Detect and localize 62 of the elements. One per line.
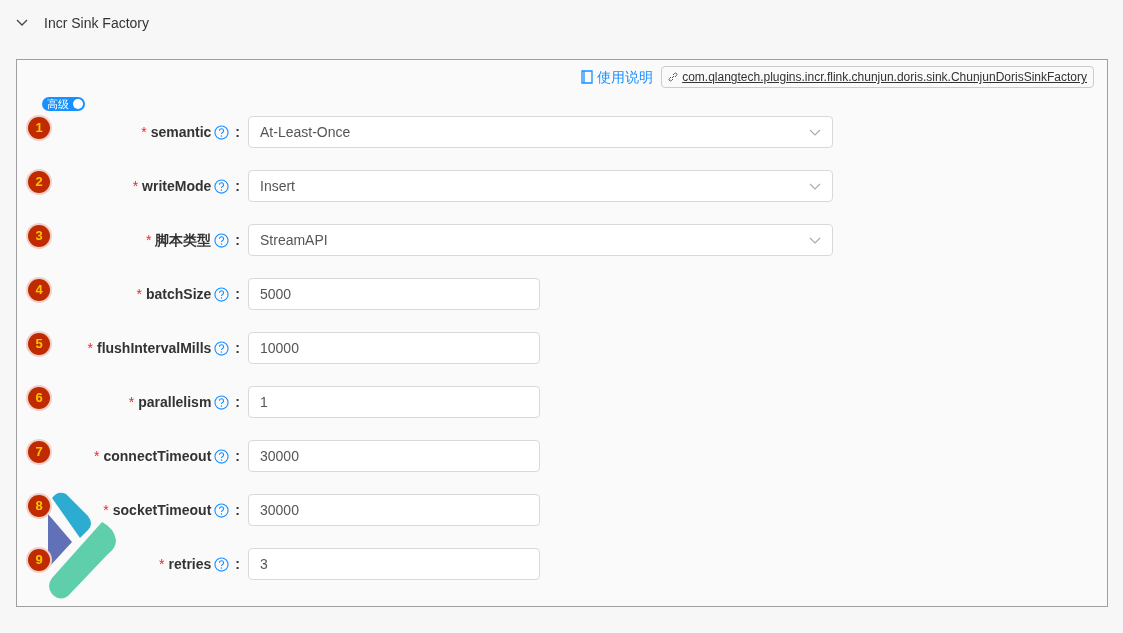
help-icon[interactable]: [214, 340, 230, 356]
input-field[interactable]: 1: [248, 386, 540, 418]
label-colon: :: [235, 338, 240, 358]
required-mark: *: [128, 392, 135, 412]
field-label: socketTimeout: [112, 500, 212, 520]
field-label: parallelism: [138, 392, 212, 412]
required-mark: *: [136, 284, 142, 304]
select-field[interactable]: StreamAPI: [248, 224, 833, 256]
chevron-down-icon: [809, 236, 821, 244]
step-number-badge: 6: [28, 387, 50, 409]
required-mark: *: [103, 500, 109, 520]
field-label: batchSize: [145, 284, 212, 304]
help-icon[interactable]: [214, 178, 230, 194]
step-number-badge: 1: [28, 117, 50, 139]
link-icon: [668, 72, 679, 82]
label-colon: :: [235, 554, 240, 574]
help-icon[interactable]: [214, 502, 230, 518]
input-field[interactable]: 30000: [248, 440, 540, 472]
chevron-down-icon: [809, 182, 821, 190]
input-field[interactable]: 5000: [248, 278, 540, 310]
label-colon: :: [235, 284, 240, 304]
required-mark: *: [132, 176, 139, 196]
label-colon: :: [235, 122, 240, 142]
input-field[interactable]: 10000: [248, 332, 540, 364]
label-colon: :: [235, 176, 240, 196]
label-colon: :: [235, 230, 240, 250]
input-field[interactable]: 30000: [248, 494, 540, 526]
field-label: writeMode: [142, 176, 212, 196]
select-field[interactable]: At-Least-Once: [248, 116, 833, 148]
input-field[interactable]: 3: [248, 548, 540, 580]
label-colon: :: [235, 500, 240, 520]
book-icon: [581, 70, 594, 84]
required-mark: *: [159, 554, 165, 574]
step-number-badge: 5: [28, 333, 50, 355]
required-mark: *: [94, 446, 100, 466]
field-label: connectTimeout: [103, 446, 212, 466]
help-icon[interactable]: [214, 124, 230, 140]
field-label: retries: [168, 554, 212, 574]
required-mark: *: [145, 230, 152, 250]
help-icon[interactable]: [214, 556, 230, 572]
section-title: Incr Sink Factory: [44, 13, 150, 33]
help-icon[interactable]: [214, 286, 230, 302]
step-number-badge: 2: [28, 171, 50, 193]
required-mark: *: [87, 338, 93, 358]
chevron-icon[interactable]: [16, 19, 28, 27]
field-label: flushIntervalMills: [96, 338, 212, 358]
chevron-down-icon: [809, 128, 821, 136]
step-number-badge: 3: [28, 225, 50, 247]
label-colon: :: [235, 446, 240, 466]
help-icon[interactable]: [214, 394, 230, 410]
field-label: semantic: [150, 122, 212, 142]
class-name-link[interactable]: com.qlangtech.plugins.incr.flink.chunjun.doris.sink.ChunjunDorisSinkFactory: [661, 66, 1094, 88]
select-field[interactable]: Insert: [248, 170, 833, 202]
step-number-badge: 8: [28, 495, 50, 517]
field-label: 脚本类型: [155, 230, 212, 250]
label-colon: :: [235, 392, 240, 412]
step-number-badge: 7: [28, 441, 50, 463]
step-number-badge: 4: [28, 279, 50, 301]
help-icon[interactable]: [214, 448, 230, 464]
step-number-badge: 9: [28, 549, 50, 571]
help-icon[interactable]: [214, 232, 230, 248]
required-mark: *: [141, 122, 147, 142]
